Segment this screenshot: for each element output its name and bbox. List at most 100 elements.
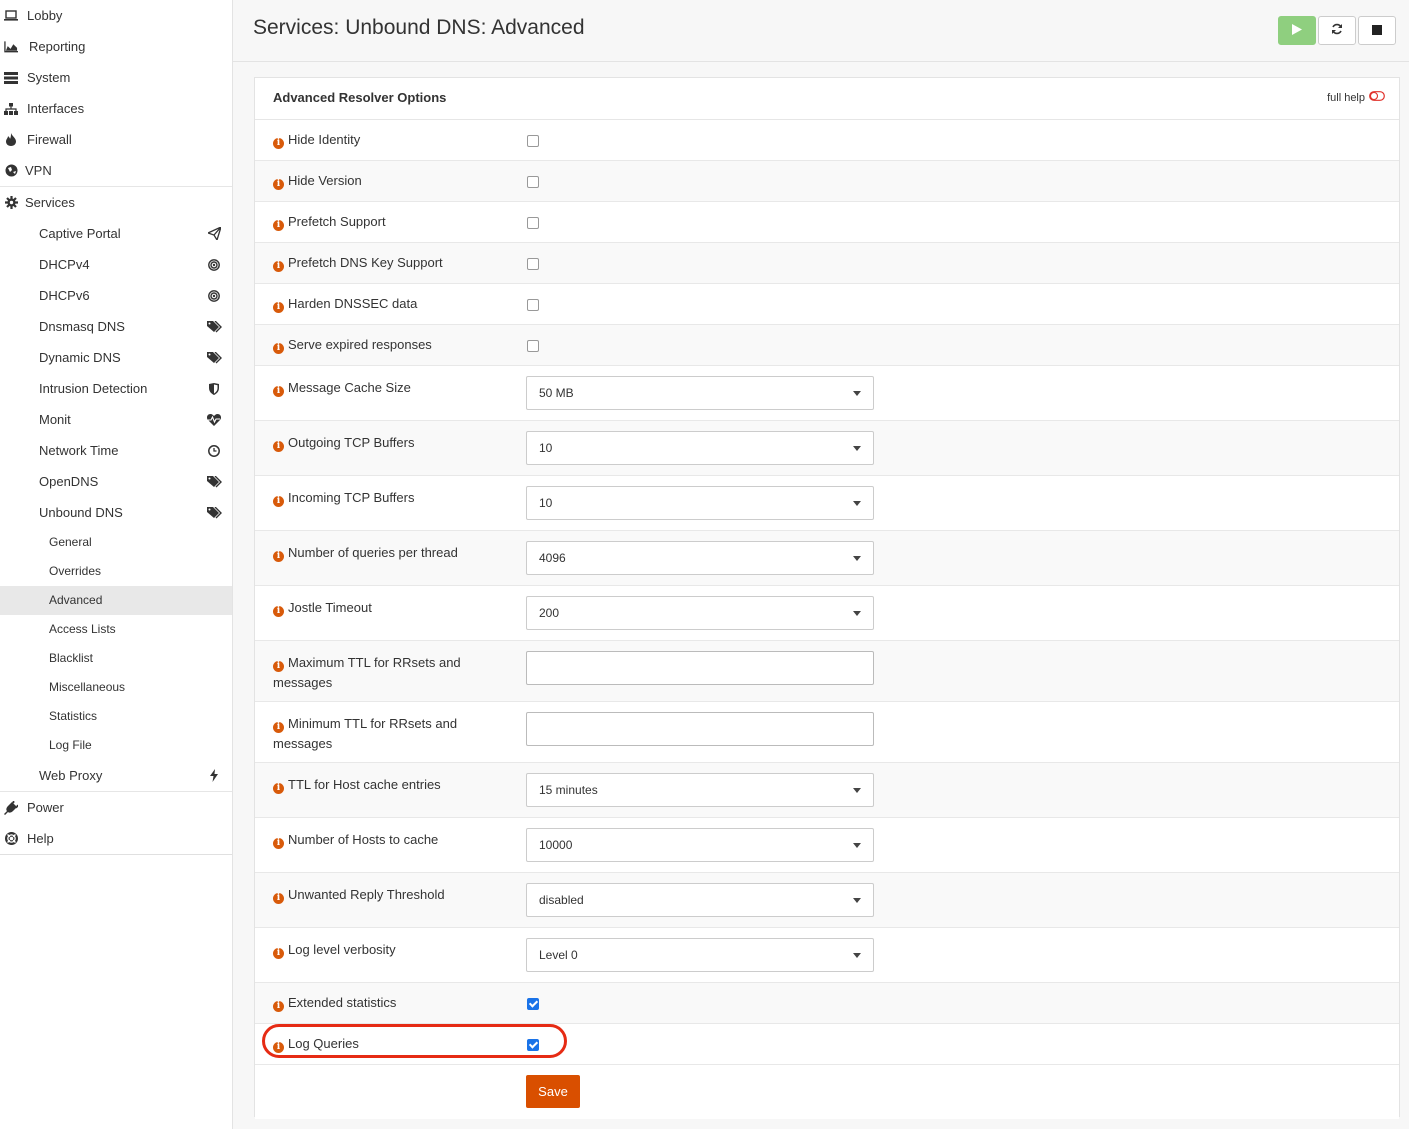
info-icon[interactable]: i: [273, 838, 284, 849]
page-header: Services: Unbound DNS: Advanced: [233, 0, 1409, 62]
nav-lobby[interactable]: Lobby: [0, 0, 232, 31]
save-button[interactable]: Save: [526, 1075, 580, 1108]
option-row-log-level-verbosity: i Log level verbosity Level 0: [255, 928, 1399, 983]
select-value: Level 0: [539, 948, 578, 962]
info-icon[interactable]: i: [273, 783, 284, 794]
nav-dhcpv6[interactable]: DHCPv6: [0, 280, 232, 311]
caret-down-icon: [853, 898, 861, 903]
nav-unbound-log-file[interactable]: Log File: [0, 731, 232, 760]
message-cache-size-select[interactable]: 50 MB: [526, 376, 874, 410]
nav-unbound-general[interactable]: General: [0, 528, 232, 557]
info-icon[interactable]: i: [273, 661, 284, 672]
option-label-text: Unwanted Reply Threshold: [288, 887, 445, 902]
start-service-button[interactable]: [1278, 16, 1316, 45]
number-of-hosts-to-cache-select[interactable]: 10000: [526, 828, 874, 862]
nav-power[interactable]: Power: [0, 791, 232, 823]
nav-label: Dynamic DNS: [39, 350, 121, 365]
info-icon[interactable]: i: [273, 138, 284, 149]
nav-services[interactable]: Services: [0, 186, 232, 218]
harden-dnssec-data-checkbox[interactable]: [527, 299, 539, 311]
nav-unbound-blacklist[interactable]: Blacklist: [0, 644, 232, 673]
option-label: i Prefetch Support: [273, 212, 483, 232]
nav-label: Dnsmasq DNS: [39, 319, 125, 334]
info-icon[interactable]: i: [273, 1001, 284, 1012]
nav-unbound-advanced[interactable]: Advanced: [0, 586, 232, 615]
select-value: 10: [539, 496, 553, 510]
option-row-hide-identity: i Hide Identity: [255, 120, 1399, 161]
ttl-for-host-cache-entries-select[interactable]: 15 minutes: [526, 773, 874, 807]
option-label-text: Maximum TTL for RRsets and messages: [273, 655, 461, 690]
prefetch-dns-key-support-checkbox[interactable]: [527, 258, 539, 270]
number-of-queries-per-thread-select[interactable]: 4096: [526, 541, 874, 575]
nav-reporting[interactable]: Reporting: [0, 31, 232, 62]
minimum-ttl-for-rrsets-and-messages-input[interactable]: [526, 712, 874, 746]
nav-interfaces[interactable]: Interfaces: [0, 93, 232, 124]
option-label: i Log level verbosity: [273, 940, 483, 960]
info-icon[interactable]: i: [273, 1042, 284, 1053]
nav-label: Network Time: [39, 443, 119, 458]
info-icon[interactable]: i: [273, 261, 284, 272]
info-icon[interactable]: i: [273, 343, 284, 354]
nav-web-proxy[interactable]: Web Proxy: [0, 760, 232, 791]
option-label: i TTL for Host cache entries: [273, 775, 483, 795]
outgoing-tcp-buffers-select[interactable]: 10: [526, 431, 874, 465]
info-icon[interactable]: i: [273, 441, 284, 452]
info-icon[interactable]: i: [273, 551, 284, 562]
nav-system[interactable]: System: [0, 62, 232, 93]
option-row-serve-expired-responses: i Serve expired responses: [255, 325, 1399, 366]
full-help-toggle[interactable]: full help: [1327, 91, 1385, 104]
nav-opendns[interactable]: OpenDNS: [0, 466, 232, 497]
select-value: 15 minutes: [539, 783, 598, 797]
extended-statistics-checkbox[interactable]: [527, 998, 539, 1010]
info-icon[interactable]: i: [273, 948, 284, 959]
option-label: i Hide Version: [273, 171, 483, 191]
option-label: i Maximum TTL for RRsets and messages: [273, 653, 483, 693]
nav-vpn[interactable]: VPN: [0, 155, 232, 186]
nav-unbound-access-lists[interactable]: Access Lists: [0, 615, 232, 644]
nav-label: Reporting: [29, 39, 86, 54]
server-icon: [4, 62, 18, 93]
hide-version-checkbox[interactable]: [527, 176, 539, 188]
hide-identity-checkbox[interactable]: [527, 135, 539, 147]
option-label: i Hide Identity: [273, 130, 483, 150]
nav-firewall[interactable]: Firewall: [0, 124, 232, 155]
info-icon[interactable]: i: [273, 496, 284, 507]
nav-dynamic-dns[interactable]: Dynamic DNS: [0, 342, 232, 373]
info-icon[interactable]: i: [273, 386, 284, 397]
unwanted-reply-threshold-select[interactable]: disabled: [526, 883, 874, 917]
incoming-tcp-buffers-select[interactable]: 10: [526, 486, 874, 520]
nav-dhcpv4[interactable]: DHCPv4: [0, 249, 232, 280]
bullseye-icon: [206, 280, 222, 311]
info-icon[interactable]: i: [273, 179, 284, 190]
nav-network-time[interactable]: Network Time: [0, 435, 232, 466]
nav-captive-portal[interactable]: Captive Portal: [0, 218, 232, 249]
maximum-ttl-for-rrsets-and-messages-input[interactable]: [526, 651, 874, 685]
option-label-text: TTL for Host cache entries: [288, 777, 441, 792]
option-label-text: Log Queries: [288, 1036, 359, 1051]
option-row-minimum-ttl-for-rrsets-and-messages: i Minimum TTL for RRsets and messages: [255, 702, 1399, 763]
nav-label: Advanced: [49, 593, 103, 607]
info-icon[interactable]: i: [273, 722, 284, 733]
prefetch-support-checkbox[interactable]: [527, 217, 539, 229]
nav-unbound-miscellaneous[interactable]: Miscellaneous: [0, 673, 232, 702]
info-icon[interactable]: i: [273, 893, 284, 904]
nav-unbound-statistics[interactable]: Statistics: [0, 702, 232, 731]
info-icon[interactable]: i: [273, 220, 284, 231]
nav-help[interactable]: Help: [0, 823, 232, 855]
log-level-verbosity-select[interactable]: Level 0: [526, 938, 874, 972]
info-icon[interactable]: i: [273, 606, 284, 617]
log-queries-checkbox[interactable]: [527, 1039, 539, 1051]
jostle-timeout-select[interactable]: 200: [526, 596, 874, 630]
serve-expired-responses-checkbox[interactable]: [527, 340, 539, 352]
nav-unbound-overrides[interactable]: Overrides: [0, 557, 232, 586]
stop-service-button[interactable]: [1358, 16, 1396, 45]
nav-dnsmasq-dns[interactable]: Dnsmasq DNS: [0, 311, 232, 342]
nav-label: DHCPv6: [39, 288, 90, 303]
nav-label: Blacklist: [49, 651, 94, 665]
restart-service-button[interactable]: [1318, 16, 1356, 45]
nav-monit[interactable]: Monit: [0, 404, 232, 435]
info-icon[interactable]: i: [273, 302, 284, 313]
nav-label: Overrides: [49, 564, 102, 578]
nav-unbound-dns[interactable]: Unbound DNS: [0, 497, 232, 528]
nav-intrusion-detection[interactable]: Intrusion Detection: [0, 373, 232, 404]
